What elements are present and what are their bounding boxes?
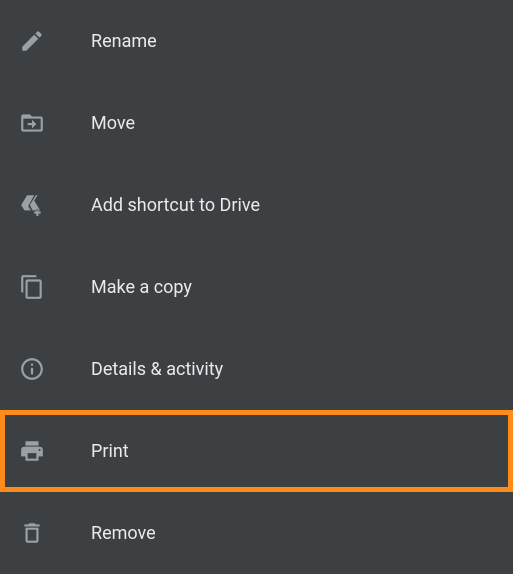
menu-item-label: Rename: [91, 31, 157, 52]
menu-item-label: Make a copy: [91, 277, 192, 298]
menu-item-details[interactable]: Details & activity: [0, 328, 513, 410]
menu-item-move[interactable]: Move: [0, 82, 513, 164]
print-icon: [18, 437, 46, 465]
copy-icon: [18, 273, 46, 301]
menu-item-add-shortcut[interactable]: Add shortcut to Drive: [0, 164, 513, 246]
menu-item-remove[interactable]: Remove: [0, 492, 513, 574]
menu-item-label: Print: [91, 441, 129, 462]
menu-item-label: Details & activity: [91, 359, 223, 380]
menu-item-rename[interactable]: Rename: [0, 0, 513, 82]
menu-item-label: Move: [91, 113, 135, 134]
pencil-icon: [18, 27, 46, 55]
folder-move-icon: [18, 109, 46, 137]
menu-item-label: Add shortcut to Drive: [91, 195, 260, 216]
menu-item-label: Remove: [91, 523, 156, 544]
context-menu: Rename Move Add shortcut to Drive Make a…: [0, 0, 513, 574]
trash-icon: [18, 519, 46, 547]
menu-item-print[interactable]: Print: [0, 410, 513, 492]
info-icon: [18, 355, 46, 383]
drive-shortcut-icon: [18, 191, 46, 219]
menu-item-make-copy[interactable]: Make a copy: [0, 246, 513, 328]
